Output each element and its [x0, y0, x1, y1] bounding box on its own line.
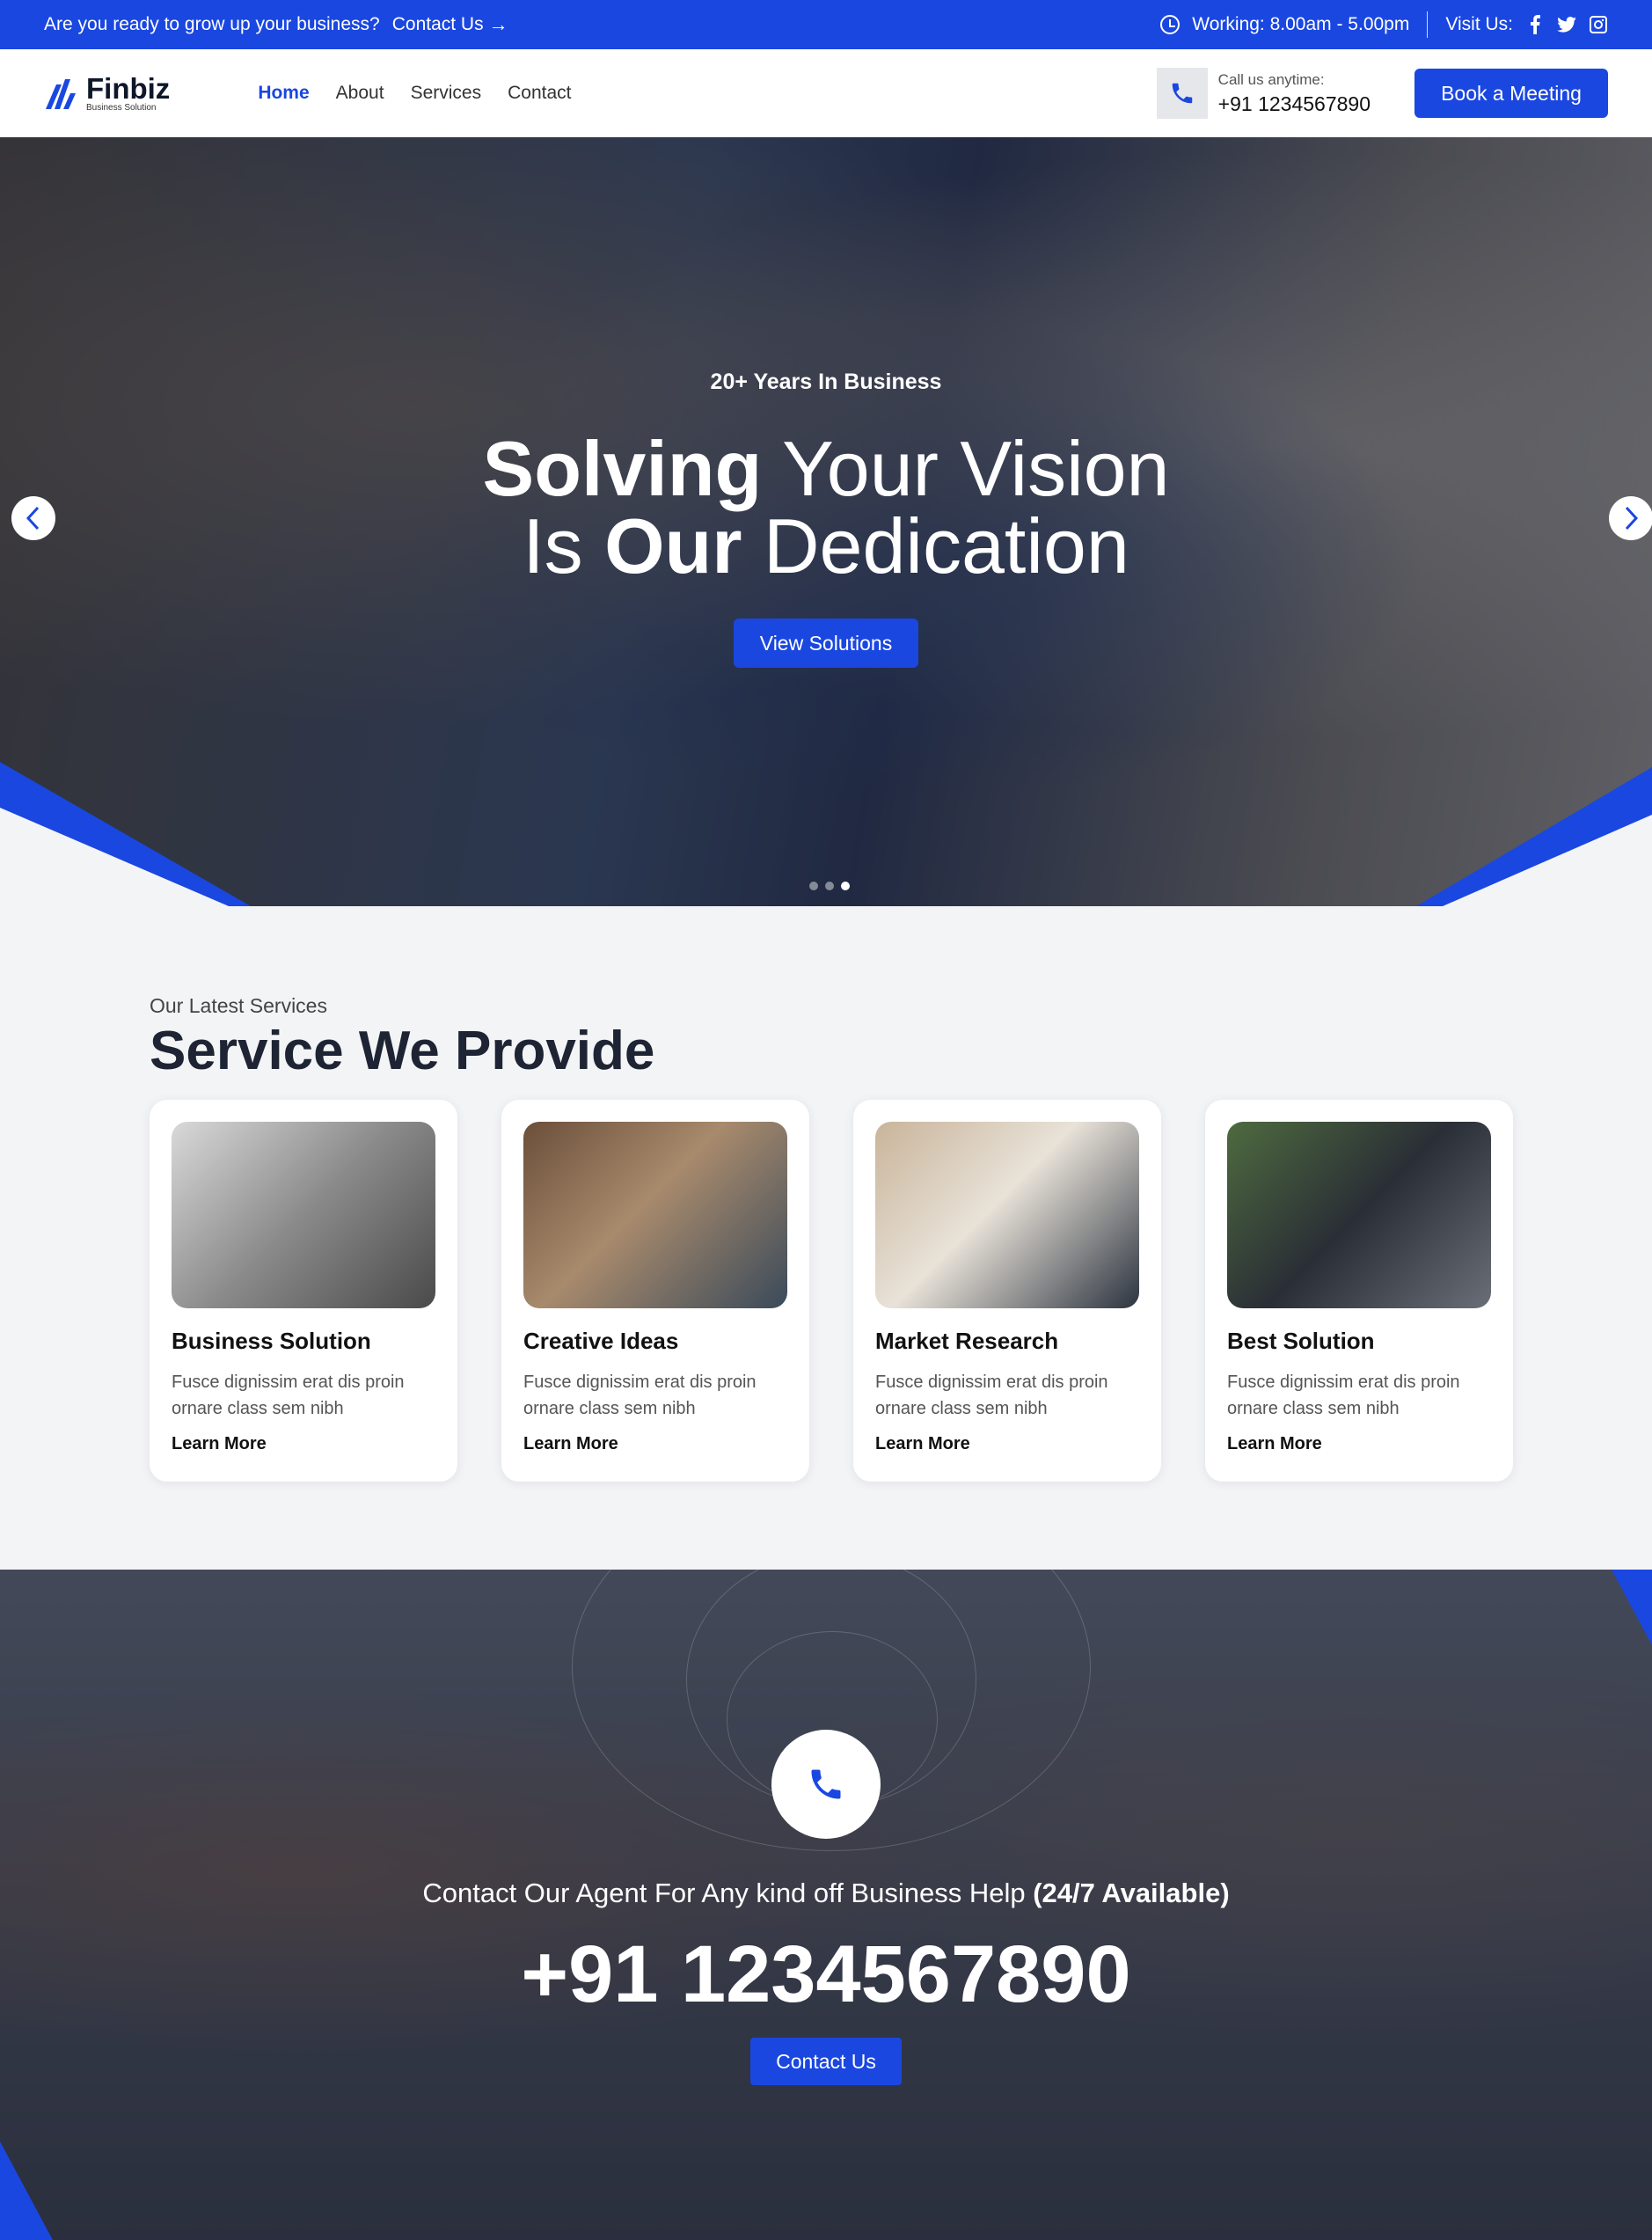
contact-band-availability: (24/7 Available) — [1033, 1878, 1230, 1908]
services-title: Service We Provide — [150, 1021, 655, 1081]
service-card[interactable]: Creative Ideas Fusce dignissim erat dis … — [501, 1100, 809, 1482]
contact-band-text-main: Contact Our Agent For Any kind off Busin… — [422, 1878, 1026, 1908]
call-number[interactable]: +91 1234567890 — [1218, 92, 1371, 116]
hero-title-rest-1: Your Vision — [762, 425, 1170, 512]
logo-text: Finbiz Business Solution — [86, 74, 170, 113]
top-bar-prompt: Are you ready to grow up your business? — [44, 14, 380, 34]
services-section: Our Latest Services Service We Provide B… — [150, 994, 1513, 1482]
service-title: Business Solution — [172, 1328, 371, 1354]
service-image — [523, 1122, 787, 1308]
hero-title-line2: Is Our Dedication — [0, 508, 1652, 585]
slider-dot-active[interactable] — [841, 882, 850, 890]
learn-more-link[interactable]: Learn More — [875, 1434, 970, 1454]
service-text: Fusce dignissim erat dis proin ornare cl… — [172, 1373, 405, 1418]
phone-icon — [1156, 68, 1208, 119]
hero-title-bold-1: Solving — [482, 425, 763, 512]
nav-about[interactable]: About — [336, 83, 384, 104]
service-image — [172, 1122, 435, 1308]
service-card[interactable]: Business Solution Fusce dignissim erat d… — [150, 1100, 457, 1482]
logo-mark-icon — [46, 79, 76, 109]
service-title: Market Research — [875, 1328, 1059, 1354]
facebook-icon[interactable] — [1525, 15, 1545, 34]
hero-slider: 20+ Years In Business Solving Your Visio… — [0, 137, 1652, 906]
slider-dot[interactable] — [825, 882, 834, 890]
contact-band-content: Contact Our Agent For Any kind off Busin… — [0, 1730, 1652, 2085]
call-info: Call us anytime: +91 1234567890 — [1218, 71, 1371, 116]
logo-name: Finbiz — [86, 72, 171, 105]
hero-title-start-2: Is — [523, 502, 605, 589]
service-title: Best Solution — [1227, 1328, 1375, 1354]
service-card[interactable]: Market Research Fusce dignissim erat dis… — [853, 1100, 1161, 1482]
working-hours: Working: 8.00am - 5.00pm — [1192, 14, 1410, 34]
service-card[interactable]: Best Solution Fusce dignissim erat dis p… — [1205, 1100, 1513, 1482]
hero-title-bold-2: Our — [604, 502, 742, 589]
contact-band-text: Contact Our Agent For Any kind off Busin… — [0, 1878, 1652, 1909]
top-bar-right: Working: 8.00am - 5.00pm Visit Us: — [1160, 11, 1608, 38]
hero-content: 20+ Years In Business Solving Your Visio… — [0, 370, 1652, 668]
chevron-left-icon[interactable] — [11, 496, 55, 540]
visit-label: Visit Us: — [1445, 14, 1513, 34]
main-header: Finbiz Business Solution Home About Serv… — [0, 49, 1652, 137]
nav-home[interactable]: Home — [258, 83, 309, 104]
phone-icon[interactable] — [771, 1730, 881, 1839]
clock-icon — [1160, 15, 1181, 34]
services-label: Our Latest Services — [150, 994, 327, 1017]
main-nav: Home About Services Contact — [258, 83, 571, 104]
service-cards: Business Solution Fusce dignissim erat d… — [150, 1100, 1513, 1482]
chevron-right-icon[interactable] — [1609, 496, 1652, 540]
contact-us-button[interactable]: Contact Us — [750, 2038, 902, 2085]
logo[interactable]: Finbiz Business Solution — [44, 74, 170, 113]
nav-services[interactable]: Services — [411, 83, 482, 104]
top-bar-left: Are you ready to grow up your business? … — [44, 13, 508, 36]
hero-title-line1: Solving Your Vision — [0, 430, 1652, 508]
instagram-icon[interactable] — [1589, 15, 1608, 34]
learn-more-link[interactable]: Learn More — [172, 1434, 267, 1454]
service-title: Creative Ideas — [523, 1328, 679, 1354]
book-meeting-button[interactable]: Book a Meeting — [1414, 69, 1608, 118]
view-solutions-button[interactable]: View Solutions — [734, 619, 918, 668]
service-text: Fusce dignissim erat dis proin ornare cl… — [875, 1373, 1108, 1418]
service-text: Fusce dignissim erat dis proin ornare cl… — [1227, 1373, 1460, 1418]
divider — [1427, 11, 1429, 38]
slider-dots — [809, 882, 850, 890]
arrow-right-icon: → — [488, 13, 508, 35]
twitter-icon[interactable] — [1557, 15, 1576, 34]
nav-contact[interactable]: Contact — [508, 83, 571, 104]
hero-subtitle: 20+ Years In Business — [710, 370, 942, 394]
service-image — [875, 1122, 1139, 1308]
contact-band: Contact Our Agent For Any kind off Busin… — [0, 1570, 1652, 2240]
call-label: Call us anytime: — [1217, 70, 1325, 88]
hero-title: Solving Your Vision Is Our Dedication — [0, 430, 1652, 585]
slider-dot[interactable] — [809, 882, 818, 890]
contact-band-number[interactable]: +91 1234567890 — [0, 1934, 1652, 2015]
top-bar: Are you ready to grow up your business? … — [0, 0, 1652, 49]
top-contact-link[interactable]: Contact Us → — [392, 13, 508, 36]
learn-more-link[interactable]: Learn More — [1227, 1434, 1322, 1454]
service-image — [1227, 1122, 1491, 1308]
top-contact-link-label: Contact Us — [391, 14, 484, 34]
learn-more-link[interactable]: Learn More — [523, 1434, 618, 1454]
call-box: Call us anytime: +91 1234567890 — [1156, 68, 1371, 119]
hero-title-rest-2: Dedication — [742, 502, 1129, 589]
service-text: Fusce dignissim erat dis proin ornare cl… — [523, 1373, 757, 1418]
